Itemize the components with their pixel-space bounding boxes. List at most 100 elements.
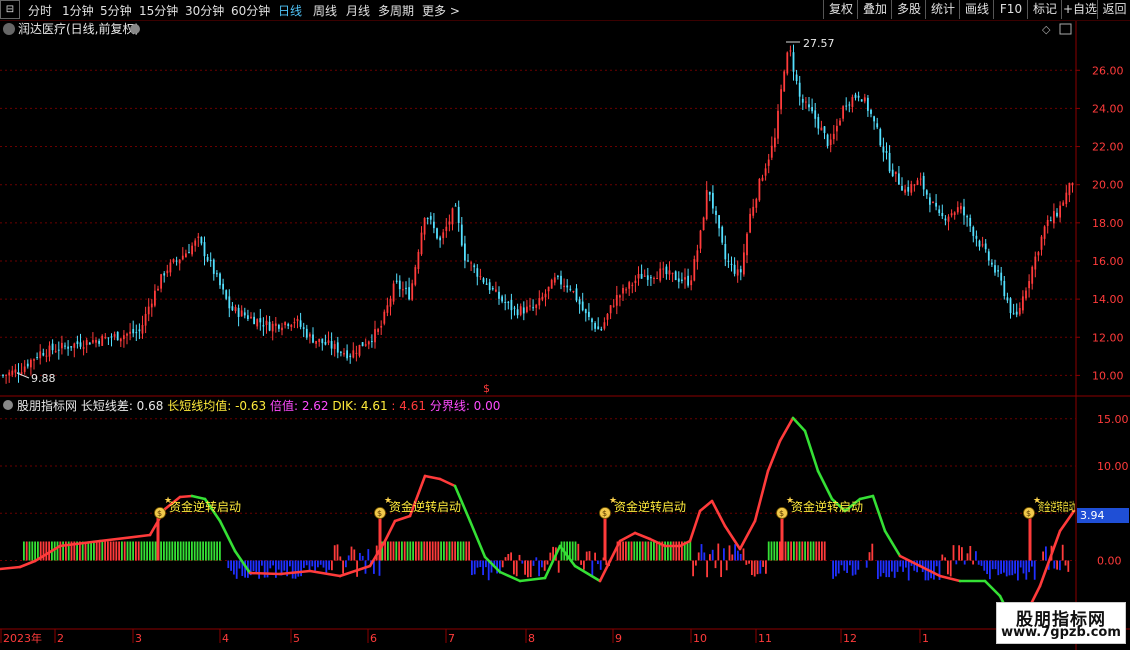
- indicator-bar: [261, 560, 263, 566]
- candle-body: [922, 175, 925, 190]
- toolbar-button-3[interactable]: 统计: [925, 0, 960, 19]
- candle-body: [457, 206, 460, 223]
- candle-body: [684, 277, 686, 280]
- indicator-bar: [543, 560, 546, 571]
- period-tab-4[interactable]: 30分钟: [185, 2, 224, 19]
- indicator-bar: [479, 560, 482, 567]
- candle-body: [780, 89, 782, 110]
- indicator-bar: [1011, 560, 1014, 576]
- indicator-bar: [118, 541, 120, 561]
- indicator-bar: [818, 541, 820, 561]
- candle-body: [839, 120, 841, 125]
- indicator-bar: [622, 541, 624, 561]
- indicator-bar: [888, 560, 890, 578]
- toolbar-button-7[interactable]: +自选: [1061, 0, 1098, 19]
- indicator-bar: [140, 541, 143, 561]
- indicator-header: 股朋指标网 长短线差: 0.68 长短线均值: -0.63 倍值: 2.62 D…: [17, 398, 500, 413]
- candle-body: [101, 335, 104, 346]
- indicator-bar: [916, 560, 918, 573]
- candle-body: [581, 301, 584, 311]
- toolbar-button-5[interactable]: F10: [993, 0, 1028, 19]
- indicator-bar: [25, 541, 28, 561]
- indicator-bar: [751, 560, 753, 576]
- indicator-bar: [692, 560, 694, 577]
- toolbar-button-2[interactable]: 多股: [891, 0, 926, 19]
- period-tab-3[interactable]: 15分钟: [139, 2, 178, 19]
- period-tab-7[interactable]: 周线: [313, 2, 337, 19]
- toolbar-button-4[interactable]: 画线: [959, 0, 994, 19]
- candle-body: [429, 216, 432, 220]
- indicator-bar: [1033, 560, 1036, 580]
- signal-spike: [1028, 513, 1032, 561]
- indicator-bar: [1000, 560, 1002, 574]
- candle-body: [615, 295, 618, 306]
- candle-body: [860, 99, 863, 102]
- panel-toggle-icon[interactable]: ⊟: [0, 0, 20, 19]
- candle-body: [135, 332, 138, 334]
- dik-line-segment: [766, 439, 782, 473]
- indicator-bar: [126, 541, 129, 561]
- indicator-bar: [459, 541, 462, 561]
- candle-body: [110, 336, 113, 338]
- indicator-bar: [770, 541, 773, 561]
- period-tab-10[interactable]: 更多 >: [422, 2, 460, 19]
- indicator-bar: [821, 541, 823, 561]
- indicator-bar: [168, 541, 171, 561]
- indicator-bar: [300, 560, 302, 577]
- indicator-bar: [577, 543, 580, 561]
- indicator-bar: [843, 560, 846, 571]
- toolbar-button-6[interactable]: 标记: [1027, 0, 1062, 19]
- candle-body: [699, 230, 702, 249]
- candle-body: [752, 206, 755, 216]
- candle-body: [327, 340, 330, 343]
- candle-body: [1062, 202, 1065, 206]
- indicator-bar: [395, 541, 398, 561]
- indicator-bar: [34, 541, 36, 561]
- candle-body: [526, 306, 528, 313]
- candle-body: [1040, 236, 1043, 250]
- toolbar-button-1[interactable]: 叠加: [857, 0, 892, 19]
- indicator-bar: [907, 560, 910, 581]
- indicator-bar: [776, 541, 778, 561]
- candle-body: [823, 126, 826, 134]
- indicator-bar: [877, 560, 879, 580]
- indicator-bar: [958, 545, 960, 561]
- candle-body: [237, 307, 240, 317]
- period-tab-0[interactable]: 分时: [28, 2, 52, 19]
- candle-body: [625, 289, 627, 291]
- dik-line-segment: [608, 539, 622, 563]
- candle-body: [389, 298, 392, 307]
- indicator-bar: [389, 541, 392, 561]
- candle-body: [479, 276, 482, 278]
- period-tab-1[interactable]: 1分钟: [62, 2, 94, 19]
- candle-body: [538, 298, 541, 306]
- candle-body: [1034, 256, 1037, 270]
- toolbar-button-0[interactable]: 复权: [823, 0, 858, 19]
- candle-body: [178, 259, 181, 264]
- indicator-bar: [742, 548, 745, 561]
- period-tab-2[interactable]: 5分钟: [100, 2, 132, 19]
- period-tab-6[interactable]: 日线: [278, 2, 302, 19]
- period-tab-8[interactable]: 月线: [346, 2, 370, 19]
- candle-body: [259, 318, 262, 323]
- candle-body: [287, 324, 290, 326]
- candle-body: [913, 184, 916, 186]
- candle-body: [634, 280, 637, 284]
- indicator-bar: [471, 560, 473, 576]
- toolbar-button-8[interactable]: 返回: [1097, 0, 1130, 19]
- indicator-bar: [135, 541, 137, 561]
- candle-body: [705, 190, 708, 220]
- candle-body: [696, 250, 699, 262]
- money-bag-glyph: $: [157, 509, 162, 518]
- candle-body: [894, 171, 897, 175]
- period-tab-9[interactable]: 多周期: [378, 2, 414, 19]
- dik-line-segment: [383, 519, 397, 543]
- indicator-bar: [59, 541, 62, 561]
- candle-body: [863, 97, 866, 102]
- current-value-label: 3.94: [1080, 509, 1105, 522]
- candle-body: [851, 97, 854, 107]
- period-tab-5[interactable]: 60分钟: [231, 2, 270, 19]
- indicator-bar: [322, 560, 325, 568]
- candle-body: [398, 280, 401, 290]
- chart-area: 26.0024.0022.0020.0018.0016.0014.0012.00…: [0, 21, 1130, 650]
